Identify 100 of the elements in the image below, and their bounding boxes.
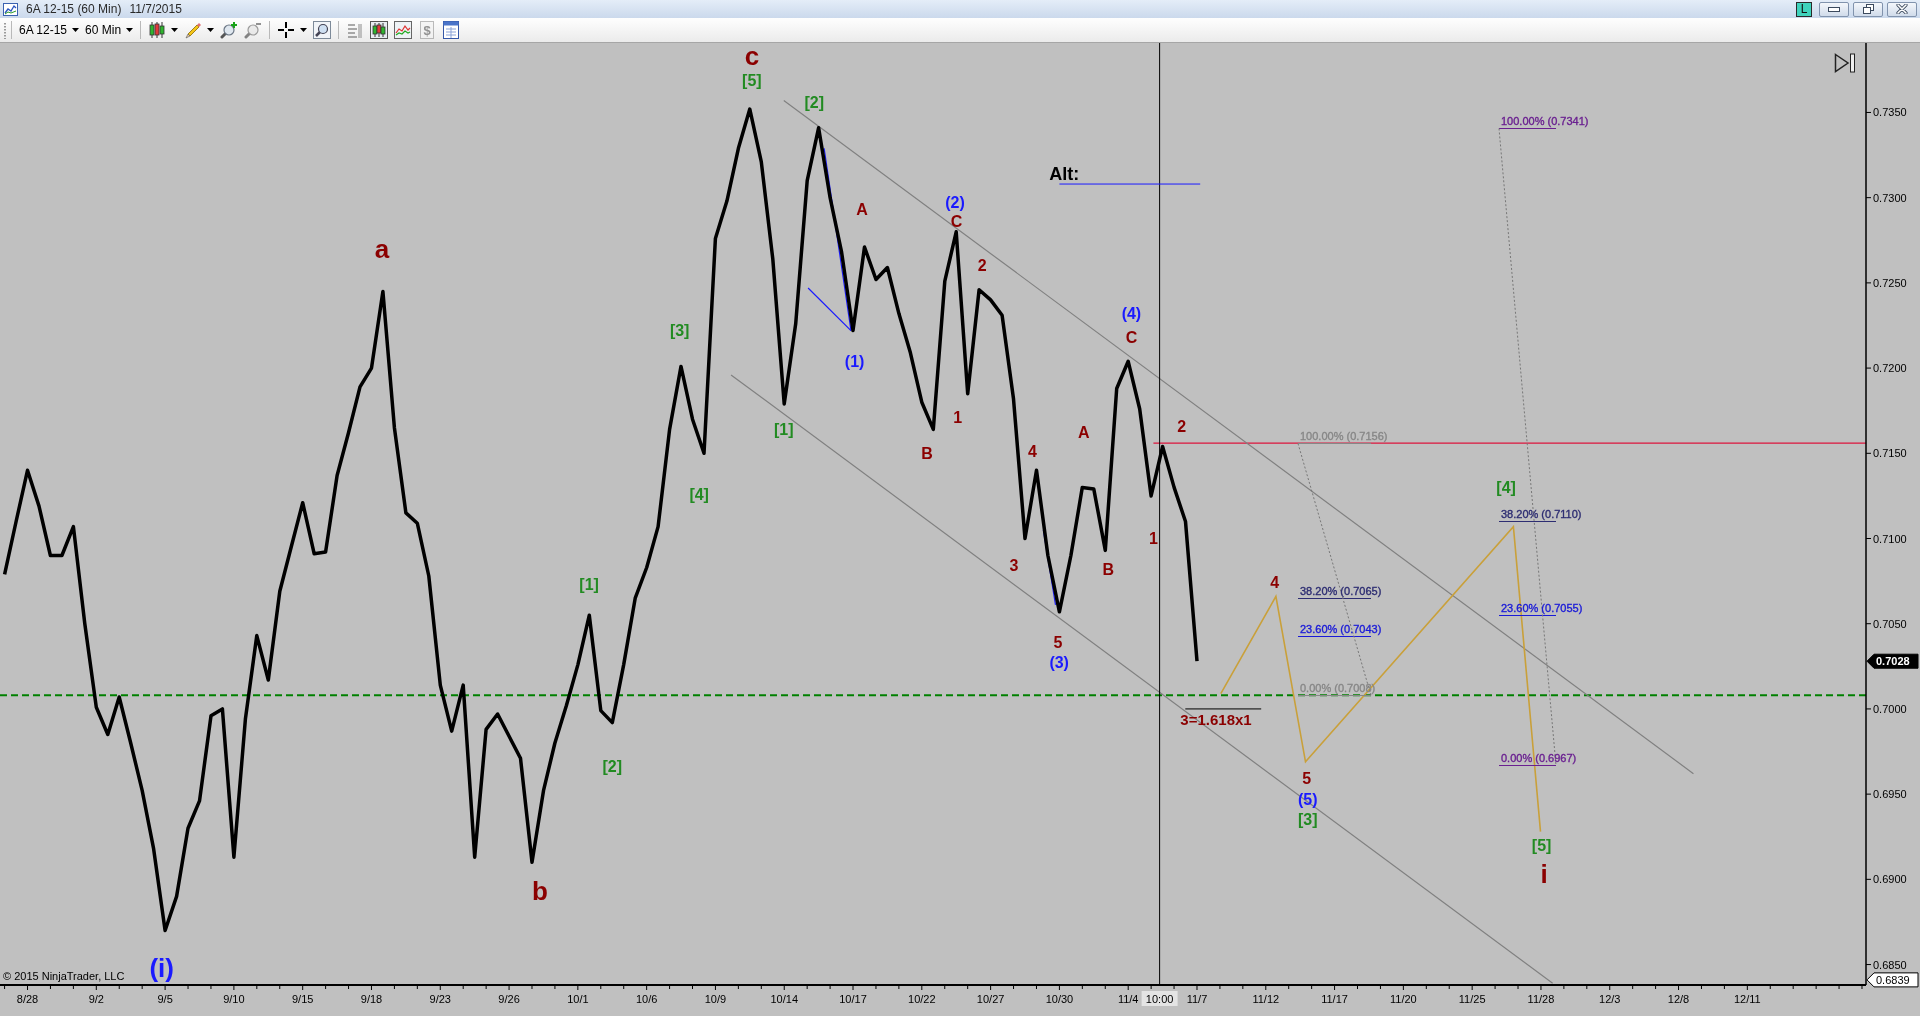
window-date: 11/7/2015	[129, 1, 182, 18]
price-axis-label: 0.6850	[1873, 958, 1907, 971]
time-axis-label: 10/9	[704, 993, 727, 1005]
wave-label: a	[374, 233, 390, 264]
wave-label: (4)	[1121, 305, 1142, 323]
wave-label: [5]	[742, 71, 762, 89]
zoom-out-icon	[244, 21, 263, 39]
wave-label: [2]	[804, 93, 825, 111]
candlestick-icon	[148, 21, 167, 39]
wave-label: (i)	[149, 952, 174, 983]
wave-label: [4]	[1496, 478, 1516, 496]
wave-label: B	[1102, 560, 1115, 578]
time-axis-label: 10/17	[839, 993, 867, 1005]
wave-label: [2]	[602, 758, 623, 776]
time-axis-label: 9/15	[292, 993, 314, 1005]
price-axis-label: 0.7050	[1873, 617, 1907, 630]
time-axis-label: 9/5	[157, 993, 173, 1005]
wave-label: 3	[1009, 557, 1019, 575]
time-axis-label: 10/22	[908, 993, 936, 1005]
wave-label: 5	[1053, 633, 1063, 651]
wave-label: 5	[1302, 770, 1312, 788]
price-axis-label: 0.6950	[1873, 788, 1907, 801]
price-axis-label: 0.7350	[1873, 106, 1907, 119]
annotation-text: Alt:	[1049, 163, 1080, 184]
time-axis-label: 9/10	[223, 993, 245, 1005]
time-axis-label: 10/14	[770, 993, 798, 1005]
restore-button[interactable]	[1853, 1, 1883, 17]
time-marker: 10:00	[1141, 991, 1178, 1006]
price-axis-label: 0.7250	[1873, 276, 1907, 289]
price-marker: 0.7028	[1866, 653, 1919, 669]
fib-level-label: 100.00% (0.7156)	[1300, 429, 1388, 442]
wave-label: (2)	[945, 194, 965, 212]
toolbar-separator	[11, 21, 12, 39]
skip-to-end-icon[interactable]	[1835, 54, 1855, 72]
wave-label: 2	[1177, 417, 1187, 435]
fib-level-line	[1498, 128, 1557, 129]
time-axis-label: 11/20	[1390, 993, 1417, 1005]
wave-label: A	[856, 201, 868, 219]
wave-label: c	[744, 43, 760, 72]
price-axis-label: 0.7200	[1873, 362, 1907, 375]
time-axis-label: 11/12	[1252, 993, 1280, 1005]
wave-label: 4	[1027, 443, 1037, 461]
fib-level-label: 38.20% (0.7110)	[1501, 507, 1582, 520]
fib-level-line	[1498, 615, 1557, 616]
line-chart-icon	[394, 21, 413, 39]
wave-label: C	[1125, 328, 1138, 346]
window-title: 6A 12-15 (60 Min)	[26, 1, 122, 18]
time-axis-label: 11/4	[1117, 993, 1139, 1005]
wave-label: [1]	[774, 420, 794, 438]
time-axis-label: 9/26	[498, 993, 520, 1005]
fib-level-line	[1498, 765, 1557, 766]
fib-level-line	[1498, 521, 1557, 522]
wave-label: i	[1540, 859, 1548, 890]
time-axis-label: 9/2	[88, 993, 104, 1005]
time-axis-label: 8/28	[16, 993, 39, 1005]
close-button[interactable]	[1887, 1, 1917, 17]
price-axis-label: 0.7000	[1873, 702, 1907, 715]
magnifier-icon	[313, 21, 332, 39]
time-axis-label: 10/30	[1045, 993, 1074, 1005]
chart-window-icon	[3, 2, 18, 16]
candlestick-chart-icon	[370, 21, 389, 39]
time-axis-label: 10/27	[976, 993, 1005, 1005]
wave-label: 1	[1148, 530, 1158, 547]
wave-label: (5)	[1297, 790, 1318, 808]
time-axis-label: 11/7	[1186, 993, 1208, 1005]
minimize-button[interactable]	[1819, 1, 1849, 17]
interval-dropdown[interactable]: 60 Min	[82, 19, 137, 41]
grip-icon[interactable]	[3, 21, 7, 39]
link-button[interactable]: L	[1796, 1, 1812, 17]
wave-label: (1)	[844, 352, 865, 370]
wave-label: 4	[1270, 574, 1280, 592]
minimize-icon	[1828, 6, 1840, 12]
wave-label: b	[532, 876, 548, 907]
price-axis-label: 0.7300	[1873, 191, 1907, 204]
wave-label: (3)	[1049, 654, 1069, 672]
fib-level-label: 0.00% (0.6967)	[1501, 751, 1577, 764]
instrument-dropdown[interactable]: 6A 12-15	[16, 19, 83, 41]
wave-label: 2	[977, 257, 987, 275]
price-axis-label: 0.7150	[1873, 447, 1907, 460]
bars-icon	[346, 21, 365, 39]
wave-label: [5]	[1531, 836, 1552, 854]
fib-level-label: 38.20% (0.7065)	[1300, 584, 1382, 597]
time-axis-label: 10/6	[635, 993, 658, 1005]
copyright-text: © 2015 NinjaTrader, LLC	[3, 970, 125, 982]
caret-icon	[126, 28, 134, 32]
table-icon	[442, 21, 461, 39]
caret-icon	[72, 28, 80, 32]
wave-label: C	[950, 213, 963, 231]
close-icon	[1896, 4, 1908, 14]
wave-label: [1]	[579, 576, 599, 593]
wave-label: [3]	[669, 322, 690, 340]
time-axis-label: 9/18	[360, 993, 383, 1005]
time-axis-label: 12/8	[1667, 993, 1690, 1005]
time-axis-label: 11/25	[1458, 993, 1486, 1005]
price-axis-label: 0.6900	[1873, 873, 1907, 886]
pencil-icon	[184, 21, 203, 39]
wave-label: B	[921, 444, 933, 462]
crosshair-icon	[277, 21, 296, 39]
price-axis-label: 0.7100	[1873, 532, 1907, 545]
wave-label: [4]	[689, 485, 709, 503]
